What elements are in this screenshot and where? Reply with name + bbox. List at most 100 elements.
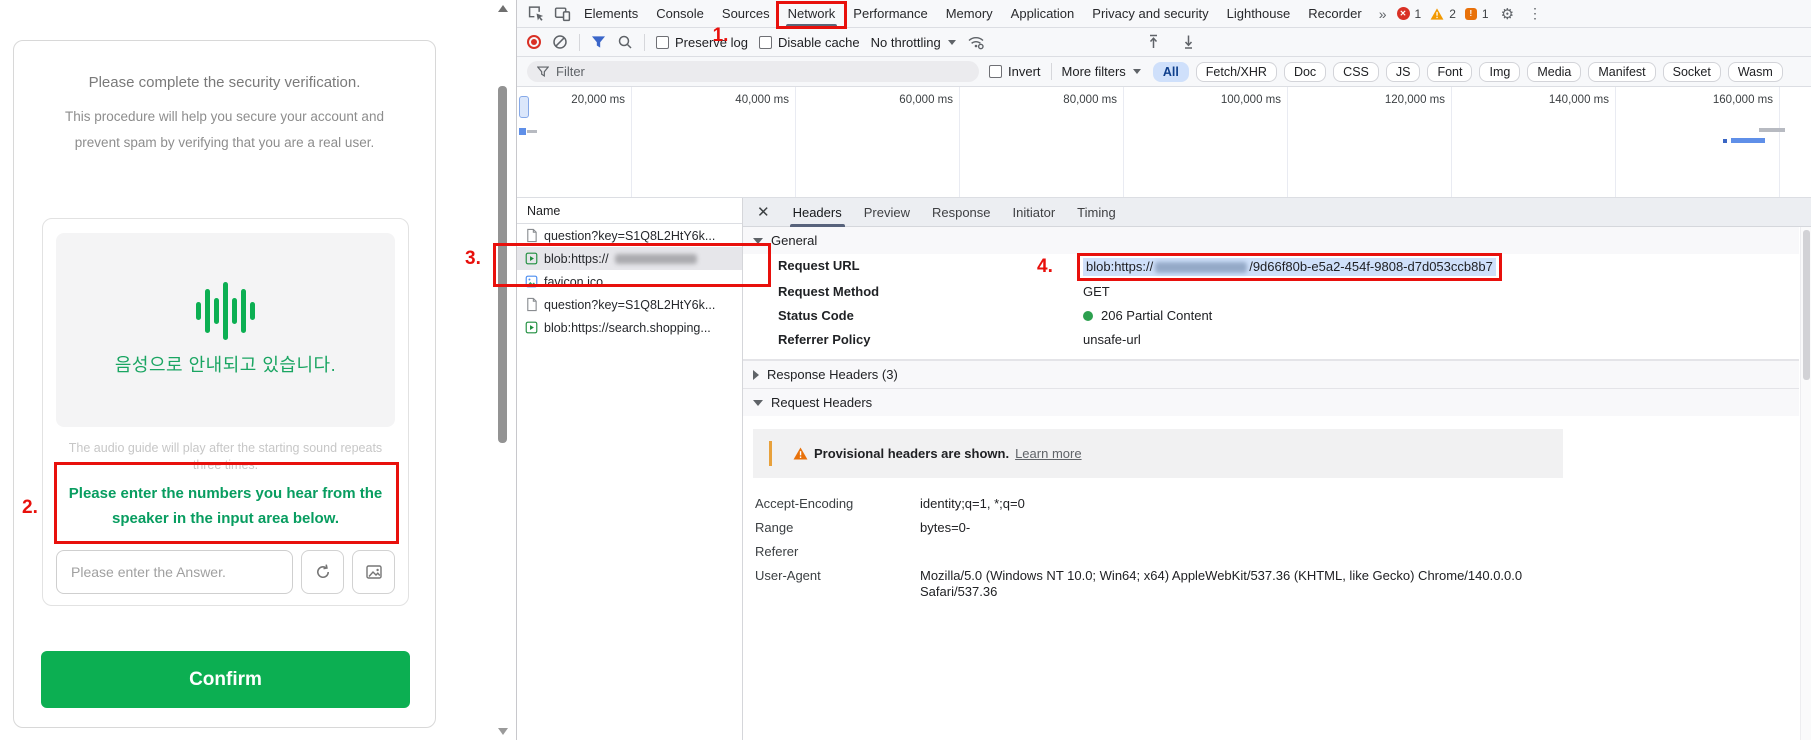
chip-fetch-xhr[interactable]: Fetch/XHR [1196,62,1277,82]
more-filters-label: More filters [1062,64,1126,79]
close-icon[interactable]: ✕ [757,203,770,221]
chip-doc[interactable]: Doc [1284,62,1326,82]
detail-scrollbar[interactable] [1800,227,1811,740]
invert-label: Invert [1008,64,1041,79]
image-captcha-button[interactable] [352,550,395,594]
filter-toggle-icon[interactable] [591,35,606,49]
inspect-element-icon[interactable] [523,0,549,27]
header-key: Referer [755,544,920,560]
issues-badge-icon[interactable]: ! [1465,8,1477,20]
preserve-log-label: Preserve log [675,35,748,50]
filter-input[interactable]: Filter [527,61,979,82]
detail-tab-label: Headers [793,205,842,220]
timeline-tick: 160,000 ms [1713,94,1779,106]
request-row-blob-search[interactable]: blob:https://search.shopping... [517,316,742,339]
more-filters-button[interactable]: More filters [1062,64,1141,79]
request-row-question-2[interactable]: question?key=S1Q8L2HtY6k... [517,293,742,316]
search-icon[interactable] [617,34,633,50]
request-row-question-1[interactable]: question?key=S1Q8L2HtY6k... [517,224,742,247]
tab-performance[interactable]: Performance [844,0,936,27]
request-row-blob-selected[interactable]: blob:https:// 3. [517,247,742,270]
kebab-menu-icon[interactable]: ⋮ [1522,5,1548,22]
request-name: blob:https:// [544,252,609,266]
tab-sources[interactable]: Sources [713,0,779,27]
detail-tab-initiator[interactable]: Initiator [1002,198,1067,227]
error-badge-icon[interactable]: ✕ [1397,7,1410,20]
tab-network[interactable]: Network 1. [779,0,845,27]
active-tab-underline [786,24,838,27]
devtools-panel: Elements Console Sources Network 1. Perf… [516,0,1811,740]
network-conditions-icon[interactable] [967,35,985,50]
warning-badge-icon[interactable] [1430,8,1444,20]
chip-img[interactable]: Img [1479,62,1520,82]
media-icon [525,252,538,265]
request-row-favicon[interactable]: favicon.ico [517,270,742,293]
detail-tab-timing[interactable]: Timing [1066,198,1127,227]
chip-js[interactable]: JS [1386,62,1421,82]
page-scrollbar[interactable] [494,0,512,740]
gridline [795,87,796,197]
invert-checkbox[interactable]: Invert [989,64,1041,79]
learn-more-link[interactable]: Learn more [1015,446,1081,461]
device-toolbar-icon[interactable] [549,0,575,27]
detail-tab-response[interactable]: Response [921,198,1002,227]
section-label: Response Headers (3) [767,367,898,382]
scrollbar-up-arrow-icon[interactable] [498,5,508,12]
disable-cache-checkbox[interactable]: Disable cache [759,35,860,50]
chip-all[interactable]: All [1153,62,1189,82]
har-buttons [1146,34,1196,50]
throttling-select[interactable]: No throttling [871,35,956,50]
tab-console[interactable]: Console [647,0,713,27]
disable-cache-label: Disable cache [778,35,860,50]
name-column-header[interactable]: Name [517,198,742,224]
tab-memory[interactable]: Memory [937,0,1002,27]
import-har-icon[interactable] [1146,34,1161,50]
settings-gear-icon[interactable]: ⚙ [1493,5,1522,23]
confirm-button[interactable]: Confirm [41,651,410,708]
detail-tab-preview[interactable]: Preview [853,198,921,227]
more-tabs-chevron[interactable]: » [1371,6,1395,22]
request-header-row-user-agent: User-Agent Mozilla/5.0 (Windows NT 10.0;… [743,564,1799,604]
annotation-marker-4: 4. [1037,257,1053,276]
refresh-button[interactable] [301,550,344,594]
scrollbar-thumb[interactable] [498,86,507,443]
chip-socket[interactable]: Socket [1663,62,1721,82]
record-network-log-icon[interactable] [527,35,541,49]
chip-css[interactable]: CSS [1333,62,1379,82]
issue-count[interactable]: 1 [1482,7,1489,21]
warning-count[interactable]: 2 [1449,7,1456,21]
response-headers-section-header[interactable]: Response Headers (3) [743,360,1799,388]
provisional-headers-warning: Provisional headers are shown. Learn mor… [753,429,1563,478]
tab-application[interactable]: Application [1002,0,1084,27]
tab-recorder[interactable]: Recorder [1299,0,1370,27]
header-key: Request Method [778,284,1083,300]
error-count[interactable]: 1 [1415,7,1422,21]
network-overview-timeline[interactable]: 20,000 ms 40,000 ms 60,000 ms 80,000 ms … [517,87,1811,198]
header-key: Accept-Encoding [755,496,920,512]
preserve-log-checkbox[interactable]: Preserve log [656,35,748,50]
detail-tab-bar: ✕ Headers Preview Response Initiator Tim… [743,198,1811,227]
answer-input[interactable] [56,550,293,594]
tab-elements[interactable]: Elements [575,0,647,27]
request-url-value[interactable]: blob:https:// /9d66f80b-e5a2-454f-9808-d… [1083,258,1496,276]
detail-scrollbar-thumb[interactable] [1803,230,1810,380]
chip-media[interactable]: Media [1527,62,1581,82]
export-har-icon[interactable] [1181,34,1196,50]
chip-manifest[interactable]: Manifest [1588,62,1655,82]
tab-lighthouse[interactable]: Lighthouse [1218,0,1300,27]
tab-network-label: Network [788,6,836,21]
detail-tab-headers[interactable]: Headers [782,198,853,227]
clear-network-log-icon[interactable] [552,34,568,50]
tab-privacy-and-security[interactable]: Privacy and security [1083,0,1217,27]
request-headers-section-header[interactable]: Request Headers [743,388,1799,416]
general-section-header[interactable]: General [743,227,1799,254]
general-row-status-code: Status Code 206 Partial Content [743,304,1799,328]
audio-player-box[interactable]: 음성으로 안내되고 있습니다. [56,233,395,427]
chip-font[interactable]: Font [1427,62,1472,82]
scrollbar-down-arrow-icon[interactable] [498,728,508,735]
annotation-marker-3: 3. [465,249,481,268]
timeline-activity-mark [1759,128,1785,132]
timeline-tick: 120,000 ms [1385,94,1451,106]
chip-wasm[interactable]: Wasm [1728,62,1783,82]
request-header-row-range: Range bytes=0- [743,516,1799,540]
